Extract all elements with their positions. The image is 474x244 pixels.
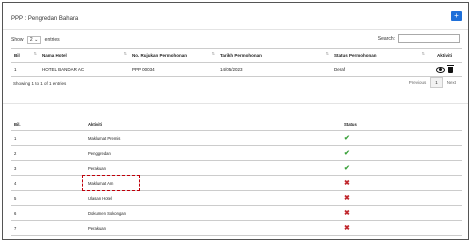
col-header-label: Nama Hotel	[42, 53, 67, 58]
cell-status: ✖	[341, 190, 462, 206]
table-header-row: Bil. Aktiviti Status	[11, 119, 462, 131]
page-title: PPP : Pengredan Bahara	[11, 16, 79, 22]
show-label: Show	[11, 37, 24, 43]
sort-icon: ⇅	[33, 51, 37, 56]
entries-info: Showing 1 to 1 of 1 entries	[13, 81, 67, 86]
cell-bil: 1	[11, 62, 39, 77]
table-row: 5 Ulasan Hotel ✖	[11, 190, 462, 206]
show-entries: Show 2 ⌄ entries	[11, 36, 60, 44]
cell-bil: 1	[11, 130, 85, 146]
col-header-label: Tarikh Permohonan	[220, 53, 262, 58]
cell-hotel: HOTEL BANDAR AC	[39, 62, 129, 77]
divider	[3, 103, 468, 104]
cell-status: ✖	[341, 220, 462, 236]
cell-bil: 4	[11, 175, 85, 191]
check-icon: ✔	[344, 165, 350, 172]
entries-label: entries	[44, 37, 60, 43]
add-button[interactable]: +	[451, 11, 462, 21]
cell-bil: 5	[11, 190, 85, 206]
search-label: Search:	[377, 35, 395, 42]
col-header-status: Status	[341, 119, 462, 131]
activity-table: Bil. Aktiviti Status 1 Maklumat Premis ✔ 2 P…	[11, 119, 462, 236]
cell-status: ✖	[341, 175, 462, 191]
chevron-down-icon: ⌄	[34, 37, 39, 43]
cell-status: Deraf	[331, 62, 427, 77]
delete-icon[interactable]	[447, 64, 454, 73]
sort-icon: ⇅	[325, 51, 329, 56]
cell-ref: PPP 00034	[129, 62, 217, 77]
cell-activity: Maklumat Premis	[85, 130, 341, 146]
sort-icon: ⇅	[211, 51, 215, 56]
col-header-activity: Aktiviti	[85, 119, 341, 131]
table-row: 2 Penggredan ✔	[11, 145, 462, 161]
highlight-box	[82, 175, 140, 191]
page-button-current[interactable]: 1	[430, 77, 443, 88]
col-header-hotel[interactable]: Nama Hotel ⇅	[39, 48, 129, 63]
col-header-bil: Bil.	[11, 119, 85, 131]
table-row: 6 Dokumen Sokongan ✖	[11, 205, 462, 221]
sort-icon: ⇅	[421, 51, 425, 56]
cell-bil: 3	[11, 160, 85, 176]
next-button[interactable]: Next	[443, 78, 460, 87]
cross-icon: ✖	[344, 180, 350, 187]
cell-bil: 6	[11, 205, 85, 221]
col-header-label: Status Permohonan	[334, 53, 377, 58]
cell-activity: Dokumen Sokongan	[85, 205, 341, 221]
col-header-actions: Aktiviti	[427, 48, 462, 63]
check-icon: ✔	[344, 150, 350, 157]
cell-date: 14/05/2023	[217, 62, 331, 77]
table-row: 1 Maklumat Premis ✔	[11, 130, 462, 146]
col-header-label: Bil	[14, 53, 20, 58]
divider	[3, 29, 468, 30]
table-row: 3 Perakuan ✔	[11, 160, 462, 176]
cell-status: ✔	[341, 130, 462, 146]
pagination: Previous 1 Next	[405, 77, 460, 88]
table-header-row: Bil ⇅ Nama Hotel ⇅ No. Rujukan Permohonan ⇅…	[11, 48, 462, 63]
sort-icon: ⇅	[123, 51, 127, 56]
cell-activity: Ulasan Hotel	[85, 190, 341, 206]
col-header-date[interactable]: Tarikh Permohonan ⇅	[217, 48, 331, 63]
view-icon[interactable]	[436, 66, 445, 73]
cell-status: ✔	[341, 145, 462, 161]
cell-activity: Perakuan	[85, 160, 341, 176]
search-area: Search:	[378, 34, 460, 43]
entries-select[interactable]: 2 ⌄	[26, 36, 42, 44]
col-header-status[interactable]: Status Permohonan ⇅	[331, 48, 427, 63]
col-header-label: Aktiviti	[436, 53, 452, 58]
col-header-ref[interactable]: No. Rujukan Permohonan ⇅	[129, 48, 217, 63]
previous-button[interactable]: Previous	[405, 78, 431, 87]
cross-icon: ✖	[344, 210, 350, 217]
cell-actions	[427, 62, 462, 77]
table-row: 4 Maklumat Am ✖	[11, 175, 462, 191]
cell-status: ✖	[341, 205, 462, 221]
col-header-label: No. Rujukan Permohonan	[132, 53, 188, 58]
cross-icon: ✖	[344, 225, 350, 232]
table-row: 7 Perakuan ✖	[11, 220, 462, 236]
cell-bil: 7	[11, 220, 85, 236]
col-header-bil[interactable]: Bil ⇅	[11, 48, 39, 63]
search-input[interactable]	[398, 34, 460, 43]
cross-icon: ✖	[344, 195, 350, 202]
cell-activity: Penggredan	[85, 145, 341, 161]
main-panel: PPP : Pengredan Bahara + Show 2 ⌄ entrie…	[2, 2, 469, 240]
table-row: 1 HOTEL BANDAR AC PPP 00034 14/05/2023 D…	[11, 62, 462, 77]
cell-bil: 2	[11, 145, 85, 161]
applications-table: Bil ⇅ Nama Hotel ⇅ No. Rujukan Permohonan ⇅…	[11, 48, 462, 77]
top-bar: PPP : Pengredan Bahara +	[3, 3, 468, 29]
check-icon: ✔	[344, 135, 350, 142]
cell-activity: Perakuan	[85, 220, 341, 236]
entries-select-value: 2	[29, 37, 33, 43]
cell-status: ✔	[341, 160, 462, 176]
